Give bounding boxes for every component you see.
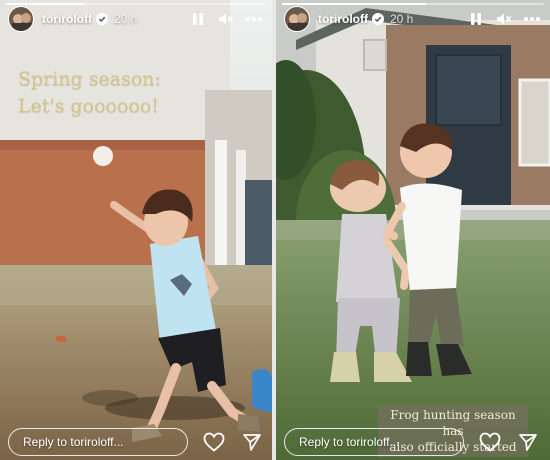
verified-badge-icon bbox=[96, 13, 108, 25]
send-icon[interactable] bbox=[516, 430, 540, 454]
more-icon[interactable] bbox=[244, 9, 264, 29]
story-footer: Reply to toriroloff... bbox=[8, 428, 264, 456]
story-progress-bar bbox=[6, 3, 266, 5]
more-icon[interactable] bbox=[522, 9, 542, 29]
story-progress-fill bbox=[6, 3, 84, 5]
username[interactable]: toriroloff bbox=[42, 12, 92, 26]
verified-badge-icon bbox=[372, 13, 384, 25]
story-progress-fill bbox=[282, 3, 427, 5]
story-timestamp: 20 h bbox=[390, 12, 414, 26]
story-caption: Spring season: Let's goooooo! bbox=[18, 66, 218, 120]
heart-icon[interactable] bbox=[478, 430, 502, 454]
story-timestamp: 20 h bbox=[114, 12, 138, 26]
story-panel-left: toriroloff 20 h Spring season: Let's goo… bbox=[0, 0, 272, 460]
story-header: toriroloff 20 h bbox=[284, 6, 542, 32]
reply-input[interactable]: Reply to toriroloff... bbox=[8, 428, 188, 456]
speaker-muted-icon[interactable] bbox=[494, 9, 514, 29]
reply-input[interactable]: Reply to toriroloff... bbox=[284, 428, 464, 456]
avatar[interactable] bbox=[8, 6, 34, 32]
story-photo-two-children bbox=[276, 0, 550, 460]
heart-icon[interactable] bbox=[202, 430, 226, 454]
avatar[interactable] bbox=[284, 6, 310, 32]
username[interactable]: toriroloff bbox=[318, 12, 368, 26]
caption-line: Spring season: bbox=[18, 68, 161, 90]
story-panel-right: toriroloff 20 h Frog hunting season has … bbox=[276, 0, 550, 460]
story-footer: Reply to toriroloff... bbox=[284, 428, 542, 456]
send-icon[interactable] bbox=[240, 430, 264, 454]
story-progress-bar bbox=[282, 3, 544, 5]
pause-icon[interactable] bbox=[188, 9, 208, 29]
speaker-muted-icon[interactable] bbox=[216, 9, 236, 29]
caption-line: Let's goooooo! bbox=[18, 95, 159, 117]
pause-icon[interactable] bbox=[466, 9, 486, 29]
story-header: toriroloff 20 h bbox=[8, 6, 264, 32]
